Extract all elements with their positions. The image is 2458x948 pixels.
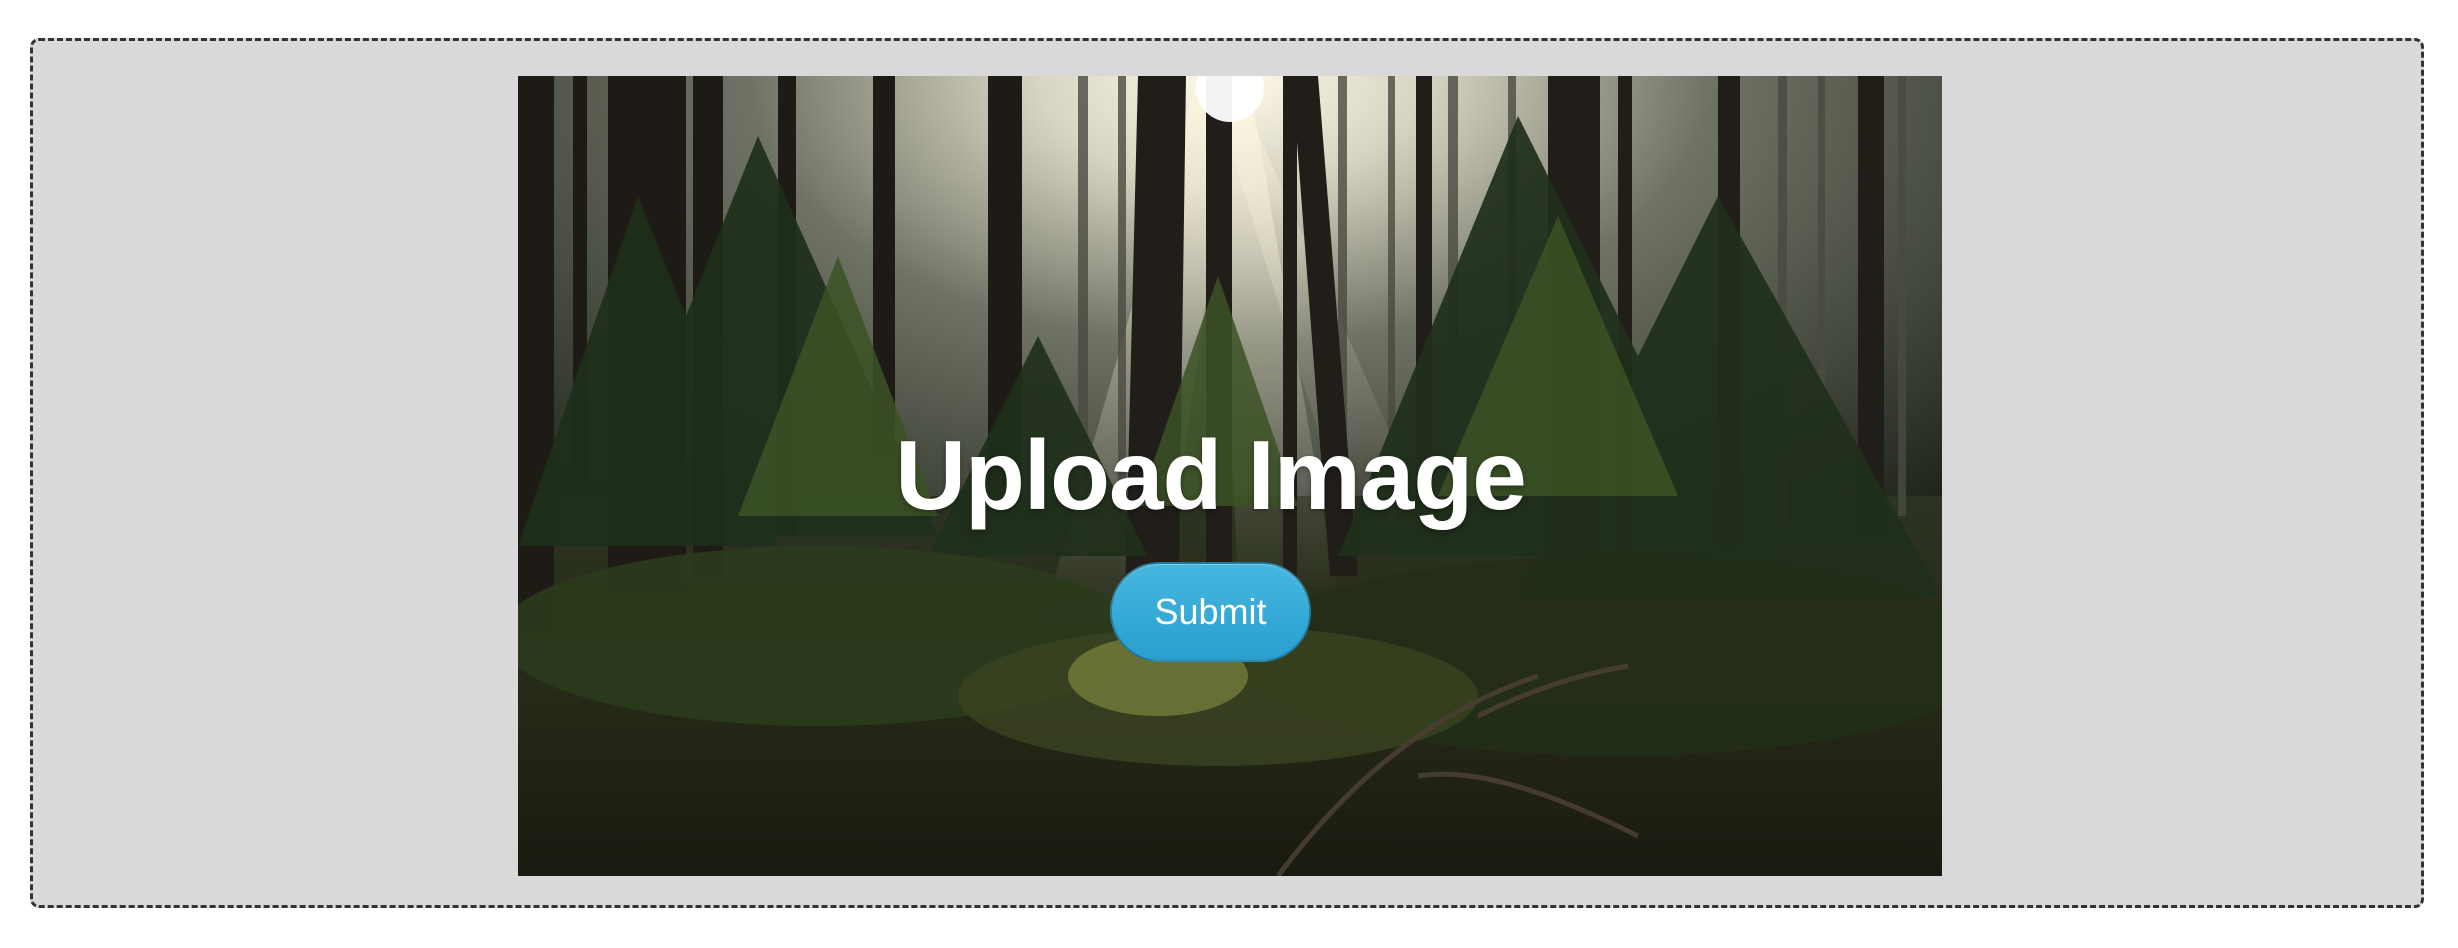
image-preview: Upload Image Submit <box>518 76 1942 876</box>
upload-title: Upload Image <box>895 420 1527 530</box>
submit-button[interactable]: Submit <box>1110 562 1311 662</box>
